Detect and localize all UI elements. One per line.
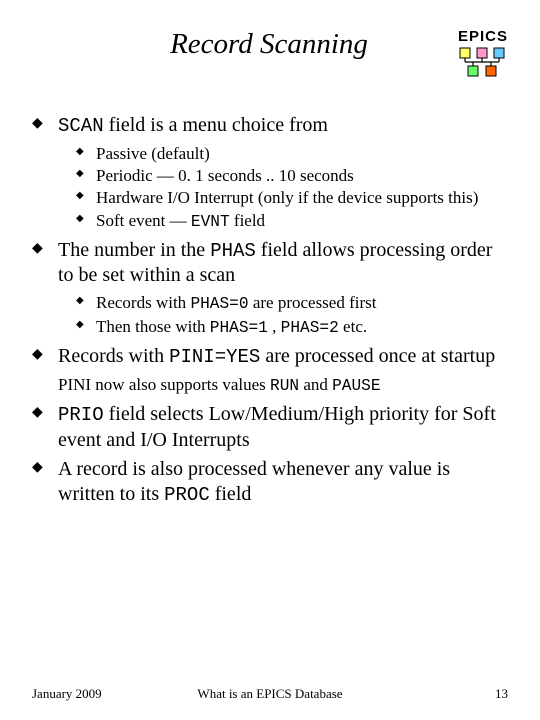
text: field selects Low/Medium/High priority f… [58,403,496,451]
pini-note: PINI now also supports values RUN and PA… [58,374,508,396]
mono-phas2: PHAS=2 [281,319,339,337]
text: etc. [339,317,367,336]
mono-piniyes: PINI=YES [169,346,260,368]
mono-pause: PAUSE [332,377,380,395]
mono-scan: SCAN [58,115,104,137]
logo-icon [456,47,508,77]
bullet-scan: SCAN field is a menu choice from Passive… [32,113,508,232]
text: are processed once at startup [260,345,495,367]
text: and [299,375,332,394]
mono-phas: PHAS [210,240,256,262]
sub-periodic: Periodic — 0. 1 seconds .. 10 seconds [76,165,508,186]
text: The number in the [58,239,210,261]
text: Records with [58,345,169,367]
mono-phas1: PHAS=1 [210,319,268,337]
text: Records with [96,293,190,312]
bullet-phas: The number in the PHAS field allows proc… [32,238,508,338]
text: , [268,317,281,336]
mono-run: RUN [270,377,299,395]
mono-proc: PROC [164,484,210,506]
bullet-proc: A record is also processed whenever any … [32,457,508,508]
bullet-prio: PRIO field selects Low/Medium/High prior… [32,402,508,453]
logo-text: EPICS [458,28,508,45]
slide: Record Scanning EPICS SCAN field is a me… [0,0,540,720]
text: A record is also processed whenever any … [58,458,450,505]
sub-phas0: Records with PHAS=0 are processed first [76,292,508,314]
sub-hwio: Hardware I/O Interrupt (only if the devi… [76,187,508,208]
slide-title: Record Scanning [82,28,456,61]
text: field [210,483,252,505]
header: Record Scanning EPICS [32,28,508,77]
epics-logo: EPICS [456,28,508,77]
text: field is a menu choice from [104,114,328,136]
footer: January 2009 What is an EPICS Database 1… [32,686,508,702]
text: are processed first [249,293,377,312]
sub-phas12: Then those with PHAS=1 , PHAS=2 etc. [76,316,508,338]
bullet-pini: Records with PINI=YES are processed once… [32,344,508,370]
mono-evnt: EVNT [191,213,230,231]
mono-prio: PRIO [58,404,104,426]
text: Soft event — [96,211,191,230]
text: PINI now also supports values [58,375,270,394]
content: SCAN field is a menu choice from Passive… [32,113,508,507]
text: field [230,211,265,230]
sub-softevent: Soft event — EVNT field [76,210,508,232]
footer-title: What is an EPICS Database [32,686,508,702]
sub-passive: Passive (default) [76,143,508,164]
text: Then those with [96,317,210,336]
mono-phas0: PHAS=0 [190,295,248,313]
